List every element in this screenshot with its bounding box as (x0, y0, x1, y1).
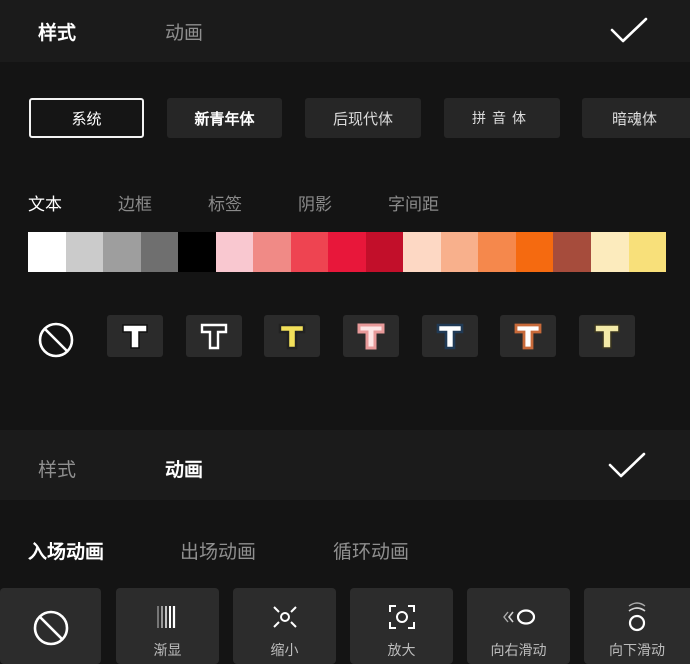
tab-animation[interactable]: 动画 (165, 455, 203, 482)
color-swatch[interactable] (140, 232, 179, 272)
animation-slide-right[interactable]: 向右滑动 (467, 588, 570, 664)
text-style-5[interactable] (422, 315, 478, 357)
color-swatch[interactable] (365, 232, 404, 272)
animation-label: 放大 (387, 643, 416, 659)
color-swatch[interactable] (590, 232, 629, 272)
subtab-entrance-animation[interactable]: 入场动画 (28, 537, 104, 564)
color-swatch[interactable] (478, 232, 516, 272)
text-style-3[interactable] (264, 315, 320, 357)
no-style-icon[interactable] (36, 320, 76, 360)
font-option-pinyin[interactable]: 拼音体 (444, 98, 560, 138)
subtab-text[interactable]: 文本 (28, 190, 62, 215)
color-swatch[interactable] (328, 232, 366, 272)
color-swatch[interactable] (215, 232, 254, 272)
font-option-houxiandai[interactable]: 后现代体 (305, 98, 421, 138)
subtab-shadow[interactable]: 阴影 (298, 190, 332, 215)
font-option-xinqingnian[interactable]: 新青年体 (167, 98, 282, 138)
text-style-2[interactable] (186, 315, 242, 357)
animation-label: 缩小 (270, 643, 299, 659)
color-swatch[interactable] (628, 232, 667, 272)
t-orange-outline-icon (514, 323, 542, 350)
animation-zoom-in[interactable]: 放大 (350, 588, 453, 664)
tab-animation[interactable]: 动画 (165, 18, 203, 45)
animation-label: 向下滑动 (609, 643, 665, 659)
color-swatch[interactable] (253, 232, 291, 272)
t-outline-white-icon (200, 323, 228, 350)
zoom-in-icon (388, 605, 415, 629)
text-style-4[interactable] (343, 315, 399, 357)
animation-label: 向右滑动 (490, 643, 547, 659)
animation-label: 渐显 (153, 643, 182, 659)
fade-in-icon (156, 606, 175, 628)
tab-style[interactable]: 样式 (38, 455, 76, 482)
text-style-1[interactable] (107, 315, 163, 357)
slide-down-icon (628, 602, 646, 632)
color-swatch[interactable] (178, 232, 216, 272)
text-style-panel: 样式 动画 系统 新青年体 后现代体 拼音体 暗魂体 文本 边框 标签 阴影 字… (0, 0, 690, 430)
slide-right-icon (502, 609, 535, 625)
font-label: 拼音体 (472, 111, 532, 127)
color-swatch[interactable] (65, 232, 104, 272)
none-icon (33, 610, 68, 646)
font-label: 系统 (71, 109, 102, 128)
color-swatch[interactable] (290, 232, 329, 272)
t-white-blue-outline-icon (436, 323, 464, 350)
animation-none[interactable] (0, 588, 101, 664)
font-option-anhun[interactable]: 暗魂体 (582, 98, 690, 138)
animation-zoom-out[interactable]: 缩小 (233, 588, 336, 664)
color-swatch[interactable] (103, 232, 141, 272)
font-option-system[interactable]: 系统 (29, 98, 144, 138)
zoom-out-icon (272, 606, 297, 628)
t-solid-white-icon (122, 324, 148, 349)
subtab-letter-spacing[interactable]: 字间距 (388, 190, 439, 215)
t-yellow-solid-icon (594, 324, 620, 349)
color-swatch[interactable] (28, 232, 66, 272)
subtab-label[interactable]: 标签 (208, 190, 242, 215)
animation-fade-in[interactable]: 渐显 (116, 588, 219, 664)
color-swatch[interactable] (440, 232, 479, 272)
animation-slide-down[interactable]: 向下滑动 (584, 588, 690, 664)
tab-style[interactable]: 样式 (38, 18, 76, 45)
text-style-7[interactable] (579, 315, 635, 357)
t-pink-glow-icon (357, 323, 385, 350)
subtab-exit-animation[interactable]: 出场动画 (180, 537, 256, 564)
color-swatch[interactable] (515, 232, 554, 272)
text-style-6[interactable] (500, 315, 556, 357)
font-label: 暗魂体 (612, 109, 658, 128)
color-swatch[interactable] (553, 232, 591, 272)
t-yellow-outline-icon (278, 323, 306, 350)
color-palette (28, 232, 667, 272)
animation-panel: 样式 动画 入场动画 出场动画 循环动画 渐显 缩小 放大 向右滑动 向下滑动 (0, 430, 690, 664)
subtab-loop-animation[interactable]: 循环动画 (333, 537, 409, 564)
color-swatch[interactable] (403, 232, 441, 272)
panel-header (0, 0, 690, 62)
panel-header (0, 430, 690, 500)
confirm-check-icon[interactable] (609, 15, 649, 45)
confirm-check-icon[interactable] (607, 450, 647, 480)
font-label: 后现代体 (332, 109, 393, 128)
subtab-border[interactable]: 边框 (118, 190, 152, 215)
font-label: 新青年体 (194, 109, 255, 128)
